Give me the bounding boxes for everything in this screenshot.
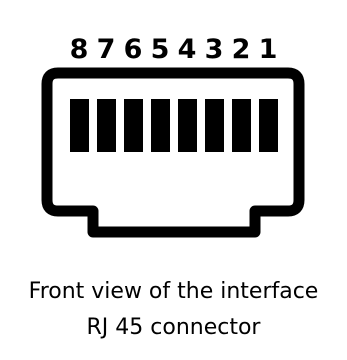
contact-pin-5 bbox=[151, 99, 170, 152]
pin-number-4: 4 bbox=[178, 34, 197, 65]
connector-outline bbox=[41, 67, 305, 238]
pin-number-1: 1 bbox=[259, 34, 278, 65]
contact-pin-4 bbox=[178, 99, 197, 152]
contact-pin-1 bbox=[259, 99, 278, 152]
caption-line-1: Front view of the interface bbox=[28, 279, 319, 304]
contact-pin-6 bbox=[124, 99, 143, 152]
contact-pin-8 bbox=[70, 99, 89, 152]
contact-pin-2 bbox=[232, 99, 251, 152]
caption-line-2: RJ 45 connector bbox=[86, 315, 261, 340]
pin-number-3: 3 bbox=[205, 34, 224, 65]
contact-pins bbox=[70, 99, 278, 152]
pin-number-2: 2 bbox=[232, 34, 251, 65]
pin-number-6: 6 bbox=[124, 34, 143, 65]
pin-number-8: 8 bbox=[70, 34, 89, 65]
pin-number-7: 7 bbox=[97, 34, 116, 65]
contact-pin-7 bbox=[97, 99, 116, 152]
contact-pin-3 bbox=[205, 99, 224, 152]
pin-number-5: 5 bbox=[151, 34, 170, 65]
pin-number-labels: 8 7 6 5 4 3 2 1 bbox=[70, 34, 278, 65]
